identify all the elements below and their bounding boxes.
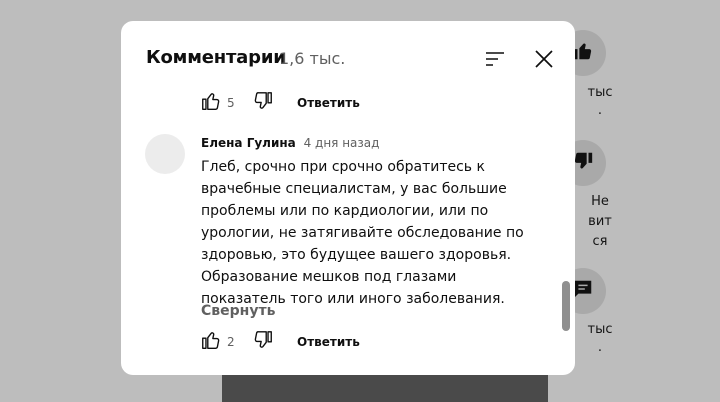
comment-line: урологии, не затягивайте обследование по [201,225,524,241]
comment-text: Глеб, срочно при срочно обратитесь к вра… [201,156,524,310]
previous-comment-actions: 5 Ответить [199,91,360,115]
dislike-button[interactable] [251,330,275,354]
comments-header: Комментарии 1,6 тыс. [121,21,575,95]
like-button[interactable] [199,91,223,115]
like-count: 2 [227,335,235,349]
comment-icon [572,278,594,304]
thumb-down-outline-icon [252,329,274,355]
dislike-button[interactable] [251,91,275,115]
thumb-down-outline-icon [252,90,274,116]
comment-line: Образование мешков под глазами [201,269,457,285]
comment-line: проблемы или по кардиологии, или по [201,203,489,219]
scrollbar-thumb[interactable] [562,281,570,331]
comment-actions: 2 Ответить [199,330,360,354]
comments-panel: Комментарии 1,6 тыс. 5 Ответить Елена Гу… [121,21,575,375]
comment-line: здоровью, это будущее вашего здоровья. [201,247,512,263]
reply-button[interactable]: Ответить [297,335,360,349]
comment-line: врачебные специалистам, у вас большие [201,181,507,197]
comment-count: 1,6 тыс. [279,49,346,68]
close-button[interactable] [531,46,557,72]
panel-title: Комментарии [146,47,286,68]
reply-button[interactable]: Ответить [297,96,360,110]
comment-time[interactable]: 4 дня назад [304,136,380,150]
comment-meta: Елена Гулина 4 дня назад [201,136,379,150]
avatar[interactable] [145,134,185,174]
thumb-up-outline-icon [200,90,222,116]
comment-line: Глеб, срочно при срочно обратитесь к [201,159,485,175]
sort-icon [483,52,507,75]
comment-author[interactable]: Елена Гулина [201,136,296,150]
collapse-button[interactable]: Свернуть [201,303,275,319]
sort-button[interactable] [483,47,507,71]
like-button[interactable] [199,330,223,354]
like-count: 5 [227,96,235,110]
thumb-up-outline-icon [200,329,222,355]
thumb-up-icon [572,40,594,66]
thumb-down-icon [572,150,594,176]
video-player-edge [222,372,548,402]
close-icon [531,50,557,76]
